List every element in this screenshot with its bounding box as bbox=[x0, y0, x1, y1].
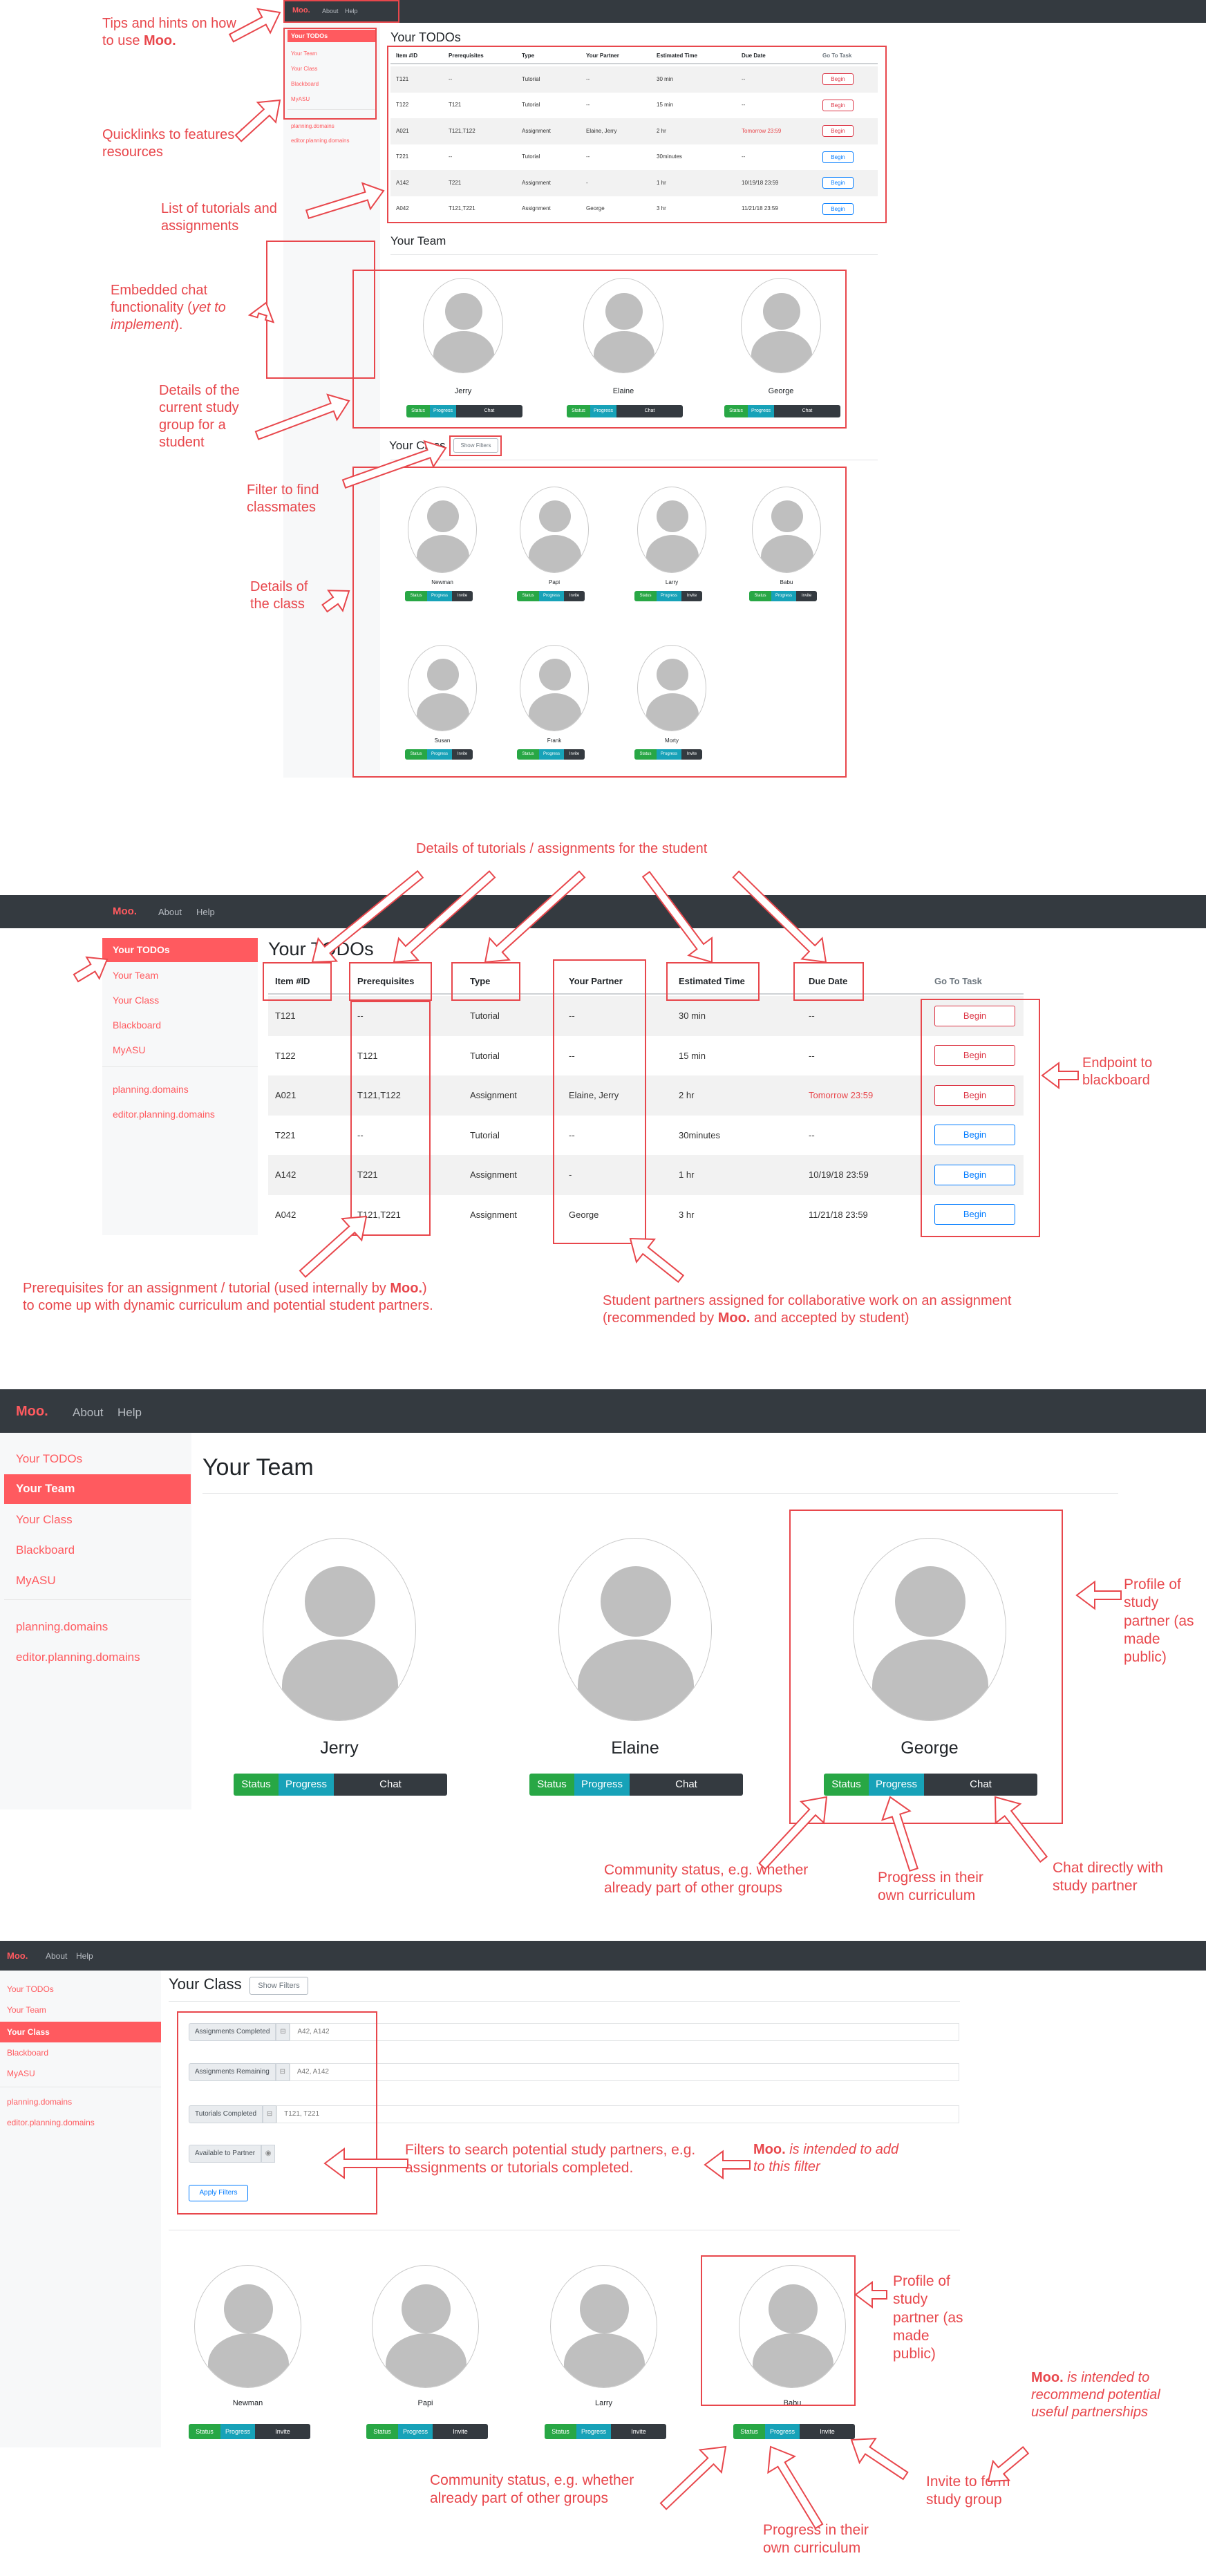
annotation-arrow-icon bbox=[341, 440, 447, 489]
annotation-arrow-icon bbox=[228, 8, 281, 43]
annotation-arrow-icon bbox=[1041, 1062, 1079, 1089]
annotation-arrow-icon bbox=[299, 1215, 368, 1278]
annotation-arrow-icon bbox=[854, 2281, 887, 2309]
annotation-arrow-icon bbox=[758, 1796, 828, 1870]
annotation-arrow-icon bbox=[850, 2437, 909, 2481]
annotation-arrow-icon bbox=[305, 182, 385, 219]
annotation-arrow-icon bbox=[323, 2147, 408, 2179]
annotation-arrow-icon bbox=[994, 1796, 1048, 1863]
annotation-arrow-icon bbox=[629, 1237, 685, 1284]
annotation-arrow-icon bbox=[1075, 1580, 1122, 1610]
annotation-arrow-icon bbox=[767, 2445, 824, 2530]
annotation-arrow-icon bbox=[234, 99, 281, 142]
annotation-arrow-icon bbox=[659, 2445, 727, 2510]
annotation-arrow-icon bbox=[321, 590, 350, 613]
annotation-arrow-icon bbox=[641, 870, 713, 963]
annotation-arrows bbox=[73, 8, 1122, 2530]
annotation-arrow-icon bbox=[247, 301, 275, 323]
annotation-arrow-icon bbox=[484, 870, 586, 963]
annotation-arrow-icon bbox=[73, 956, 109, 983]
annotation-arrow-icon bbox=[987, 2445, 1030, 2483]
annotation-arrow-icon bbox=[881, 1796, 918, 1872]
annotation-arrow-icon bbox=[254, 393, 350, 440]
annotation-arrow-icon bbox=[732, 870, 827, 963]
annotation-arrow-icon bbox=[704, 2150, 751, 2180]
